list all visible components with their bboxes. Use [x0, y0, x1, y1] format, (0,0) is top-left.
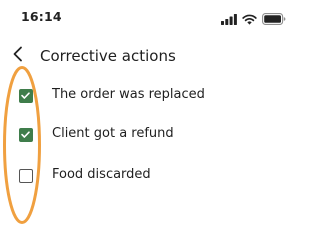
status-icons	[221, 10, 286, 29]
chevron-left-icon	[12, 46, 24, 66]
status-bar: 16:14	[0, 0, 300, 36]
checkbox-unchecked[interactable]	[19, 169, 33, 183]
signal-icon	[221, 10, 237, 29]
battery-icon	[262, 10, 286, 29]
checkbox-checked[interactable]	[19, 128, 33, 142]
action-item-order-replaced[interactable]: The order was replaced	[0, 81, 300, 111]
action-label: The order was replaced	[52, 87, 205, 102]
page-title: Corrective actions	[40, 47, 176, 65]
action-item-food-discarded[interactable]: Food discarded	[0, 161, 300, 191]
checkbox-checked[interactable]	[19, 89, 33, 103]
back-button[interactable]	[6, 43, 30, 69]
action-label: Food discarded	[52, 167, 151, 182]
action-label: Client got a refund	[52, 126, 174, 141]
wifi-icon	[242, 10, 257, 29]
nav-bar: Corrective actions	[0, 38, 300, 74]
action-item-client-refund[interactable]: Client got a refund	[0, 120, 300, 150]
status-time: 16:14	[21, 9, 62, 24]
